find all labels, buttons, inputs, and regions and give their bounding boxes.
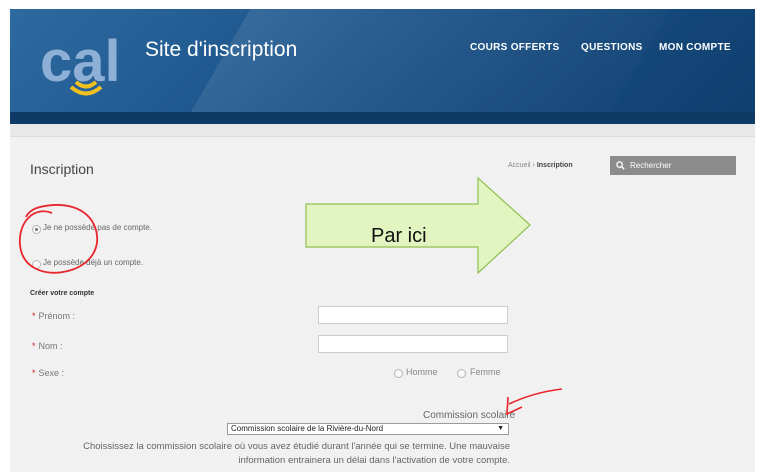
callout-text: Par ici bbox=[371, 225, 427, 247]
option-has-account-label: Je possède déjà un compte. bbox=[43, 258, 144, 267]
prenom-label-text: Prénom : bbox=[38, 311, 76, 321]
commission-help-text: Choississez la commission scolaire où vo… bbox=[83, 441, 510, 466]
radio-has-account[interactable] bbox=[32, 260, 41, 269]
sexe-label-text: Sexe : bbox=[38, 368, 65, 378]
required-star: * bbox=[32, 341, 36, 351]
radio-homme[interactable] bbox=[394, 369, 403, 378]
radio-femme[interactable] bbox=[457, 369, 466, 378]
section-title: Créer votre compte bbox=[30, 290, 95, 297]
nom-label: * Nom : bbox=[32, 341, 63, 351]
prenom-input[interactable] bbox=[318, 306, 508, 324]
header-stripe bbox=[10, 112, 755, 124]
site-title: Site d'inscription bbox=[145, 38, 298, 61]
commission-select[interactable]: Commission scolaire de la Rivière-du-Nor… bbox=[227, 423, 509, 435]
homme-label: Homme bbox=[406, 367, 438, 377]
cal-logo[interactable]: cal bbox=[36, 27, 146, 99]
site-header: cal Site d'inscription COURS OFFERTS QUE… bbox=[10, 9, 755, 124]
search-input[interactable]: Rechercher bbox=[610, 156, 736, 175]
search-icon bbox=[616, 161, 625, 170]
header-band bbox=[10, 124, 755, 137]
radio-no-account[interactable] bbox=[32, 225, 41, 234]
nom-input[interactable] bbox=[318, 335, 508, 353]
breadcrumb-home[interactable]: Accueil bbox=[508, 162, 531, 169]
nav-mon-compte[interactable]: MON COMPTE bbox=[659, 42, 731, 53]
sexe-label: * Sexe : bbox=[32, 368, 64, 378]
femme-label: Femme bbox=[470, 367, 501, 377]
select-arrow-icon: ▼ bbox=[497, 425, 504, 432]
nav-questions[interactable]: QUESTIONS bbox=[581, 42, 643, 53]
prenom-label: * Prénom : bbox=[32, 311, 75, 321]
breadcrumb-separator: › bbox=[532, 162, 535, 169]
breadcrumb-current: Inscription bbox=[536, 162, 573, 169]
header-sheen bbox=[134, 9, 706, 124]
search-placeholder: Rechercher bbox=[630, 161, 672, 170]
option-no-account-label: Je ne possède pas de compte. bbox=[43, 223, 152, 232]
nav-cours-offerts[interactable]: COURS OFFERTS bbox=[470, 42, 559, 53]
page-title: Inscription bbox=[30, 161, 94, 177]
required-star: * bbox=[32, 368, 36, 378]
required-star: * bbox=[32, 311, 36, 321]
commission-selected-value: Commission scolaire de la Rivière-du-Nor… bbox=[231, 424, 384, 433]
breadcrumb: Accueil › Inscription bbox=[508, 162, 573, 169]
red-arrow-shaft bbox=[508, 388, 563, 405]
page-frame: cal Site d'inscription COURS OFFERTS QUE… bbox=[10, 9, 755, 472]
nom-label-text: Nom : bbox=[38, 341, 63, 351]
commission-label: Commission scolaire bbox=[423, 410, 516, 421]
